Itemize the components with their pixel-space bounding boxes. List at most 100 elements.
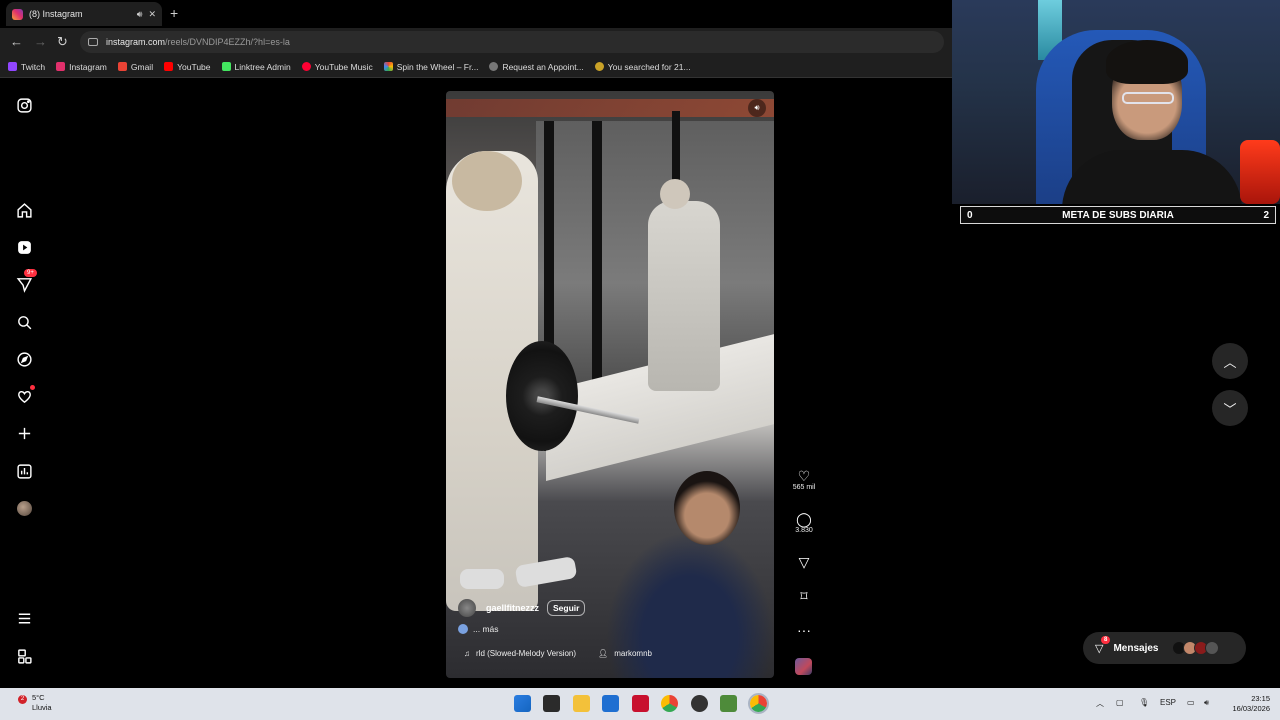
bookmark-label: Instagram	[69, 61, 107, 72]
tray-app-icon[interactable]: ▢	[1116, 698, 1124, 707]
message-avatars	[1171, 641, 1219, 655]
tray-chevron-up-icon[interactable]: ︿	[1096, 698, 1104, 709]
audio-thumbnail[interactable]	[795, 658, 812, 675]
previous-reel-button[interactable]: ︿	[1212, 343, 1248, 379]
menu-hamburger-icon[interactable]	[14, 608, 34, 628]
bookmark-request-appointment[interactable]: Request an Appoint...	[489, 62, 584, 72]
explore-compass-icon[interactable]	[14, 349, 34, 369]
address-bar[interactable]: instagram.com /reels/DVNDIP4EZZh/?hl=es-…	[80, 31, 944, 53]
minecraft-icon[interactable]	[720, 695, 737, 712]
audio-track[interactable]: ♫ rld (Slowed-Melody Version)	[464, 649, 576, 658]
network-icon[interactable]: ▭	[1187, 698, 1195, 707]
url-host: instagram.com	[106, 37, 166, 47]
send-icon: ▽	[798, 554, 810, 570]
messages-label: Mensajes	[1113, 642, 1159, 654]
bookmark-gmail[interactable]: Gmail	[117, 62, 153, 72]
more-dots-icon: ···	[797, 622, 811, 638]
forward-arrow-icon[interactable]: →	[34, 34, 47, 49]
reel-author[interactable]: gaellfitnezzz Seguir	[458, 599, 586, 617]
streamer-glasses	[1122, 92, 1174, 104]
input-language[interactable]: ESP	[1160, 698, 1176, 707]
avatar	[16, 500, 32, 516]
bookmark-youtube-music[interactable]: YouTube Music	[301, 61, 373, 72]
tagged-username: markomnb	[614, 649, 652, 658]
user-icon: 👤︎	[598, 649, 609, 658]
caption-more-text[interactable]: ... más	[473, 624, 499, 634]
chrome-icon[interactable]	[661, 695, 678, 712]
windows-taskbar: 2 5°C Lluvia ︿ ▢ 🎙︎ ESP ▭ 🔊︎ 23:15 16/03…	[0, 688, 1280, 720]
like-button[interactable]: ♡ 565 mil	[788, 468, 820, 491]
reel-video[interactable]: 🔊︎ gaellfitnezzz Seguir ... más ♫ rld (S…	[446, 91, 774, 678]
comment-button[interactable]: ◯ 3.830	[788, 511, 820, 534]
gear-icon	[489, 62, 499, 71]
create-plus-icon[interactable]	[14, 423, 34, 443]
windows-start-icon[interactable]	[514, 695, 531, 712]
follow-button[interactable]: Seguir	[547, 600, 586, 616]
task-view-icon[interactable]	[543, 695, 560, 712]
bookmark-you-searched[interactable]: You searched for 21...	[594, 62, 691, 72]
file-explorer-icon[interactable]	[573, 695, 590, 712]
author-username[interactable]: gaellfitnezzz	[486, 603, 539, 613]
tagged-user[interactable]: 👤︎ markomnb	[598, 649, 652, 658]
comment-count: 3.830	[795, 527, 813, 534]
bookmark-label: Linktree Admin	[234, 61, 291, 72]
home-icon[interactable]	[14, 200, 34, 220]
chrome-active-icon[interactable]	[748, 693, 769, 714]
bookmarks-bar: Twitch Instagram Gmail YouTube Linktree …	[0, 56, 952, 78]
system-clock[interactable]: 23:15 16/03/2026	[1226, 694, 1270, 714]
bookmark-youtube[interactable]: YouTube	[164, 62, 211, 72]
bookmark-label: YouTube Music	[314, 61, 373, 72]
youtube-icon	[164, 62, 174, 71]
obs-icon[interactable]	[691, 695, 708, 712]
save-button[interactable]: ⌑	[788, 588, 820, 604]
mute-toggle-icon[interactable]: 🔊︎	[748, 99, 766, 117]
bookmark-label: Spin the Wheel – Fr...	[396, 61, 479, 72]
reel-caption[interactable]: ... más	[458, 624, 499, 634]
bookmark-twitch[interactable]: Twitch	[8, 62, 45, 72]
more-options-button[interactable]: ···	[788, 622, 820, 638]
youtube-music-icon	[301, 62, 311, 71]
store-icon[interactable]	[602, 695, 619, 712]
microphone-icon[interactable]: 🎙︎	[1139, 698, 1149, 707]
instagram-logo-icon[interactable]	[14, 95, 34, 115]
temperature: 5°C	[32, 693, 45, 702]
goal-title: META DE SUBS DIARIA	[1062, 209, 1174, 221]
profile-avatar[interactable]	[14, 498, 34, 518]
person-background-head	[660, 179, 690, 209]
back-arrow-icon[interactable]: ←	[10, 34, 23, 49]
goal-target: 2	[1263, 209, 1269, 221]
instagram-favicon-icon	[12, 8, 23, 20]
tab-title: (8) Instagram	[29, 9, 83, 19]
speaker-icon[interactable]: 🔊︎	[137, 9, 143, 20]
tab-instagram[interactable]: (8) Instagram 🔊︎ ✕	[6, 2, 162, 26]
search-icon[interactable]	[14, 312, 34, 332]
more-apps-icon[interactable]	[14, 646, 34, 666]
twitch-icon	[8, 62, 17, 71]
close-tab-icon[interactable]: ✕	[148, 9, 156, 20]
instagram-reels-page: 9+ 🔊︎ gaellfitnezzz Seguir ... más ♫ rld…	[0, 79, 952, 688]
heart-notifications-icon[interactable]	[14, 385, 35, 406]
volume-icon[interactable]: 🔊︎	[1204, 698, 1209, 708]
next-reel-button[interactable]: ﹀	[1212, 390, 1248, 426]
messenger-icon: ▽ 8	[1095, 635, 1111, 655]
notification-dot	[30, 385, 35, 390]
share-button[interactable]: ▽	[788, 554, 820, 570]
bookmark-spin-the-wheel[interactable]: Spin the Wheel – Fr...	[383, 61, 479, 72]
site-settings-icon[interactable]	[88, 38, 98, 46]
reload-icon[interactable]: ↻	[57, 34, 68, 50]
shoe	[460, 569, 504, 589]
dashboard-chart-icon[interactable]	[14, 461, 34, 481]
bookmark-linktree[interactable]: Linktree Admin	[221, 61, 291, 72]
bookmark-instagram[interactable]: Instagram	[56, 62, 107, 72]
messages-button[interactable]: ▽ 8 Mensajes	[1083, 632, 1246, 664]
person-left-head	[452, 151, 522, 211]
author-avatar[interactable]	[458, 599, 476, 617]
reels-icon[interactable]	[14, 237, 34, 257]
linktree-icon	[221, 62, 231, 71]
weather-badge: 2	[18, 695, 27, 704]
mcafee-icon[interactable]	[632, 695, 649, 712]
person-tag-icon	[458, 624, 468, 634]
messages-icon[interactable]: 9+	[14, 269, 37, 294]
new-tab-button[interactable]: +	[170, 5, 178, 21]
weather-widget[interactable]: 2 5°C Lluvia	[18, 693, 52, 713]
